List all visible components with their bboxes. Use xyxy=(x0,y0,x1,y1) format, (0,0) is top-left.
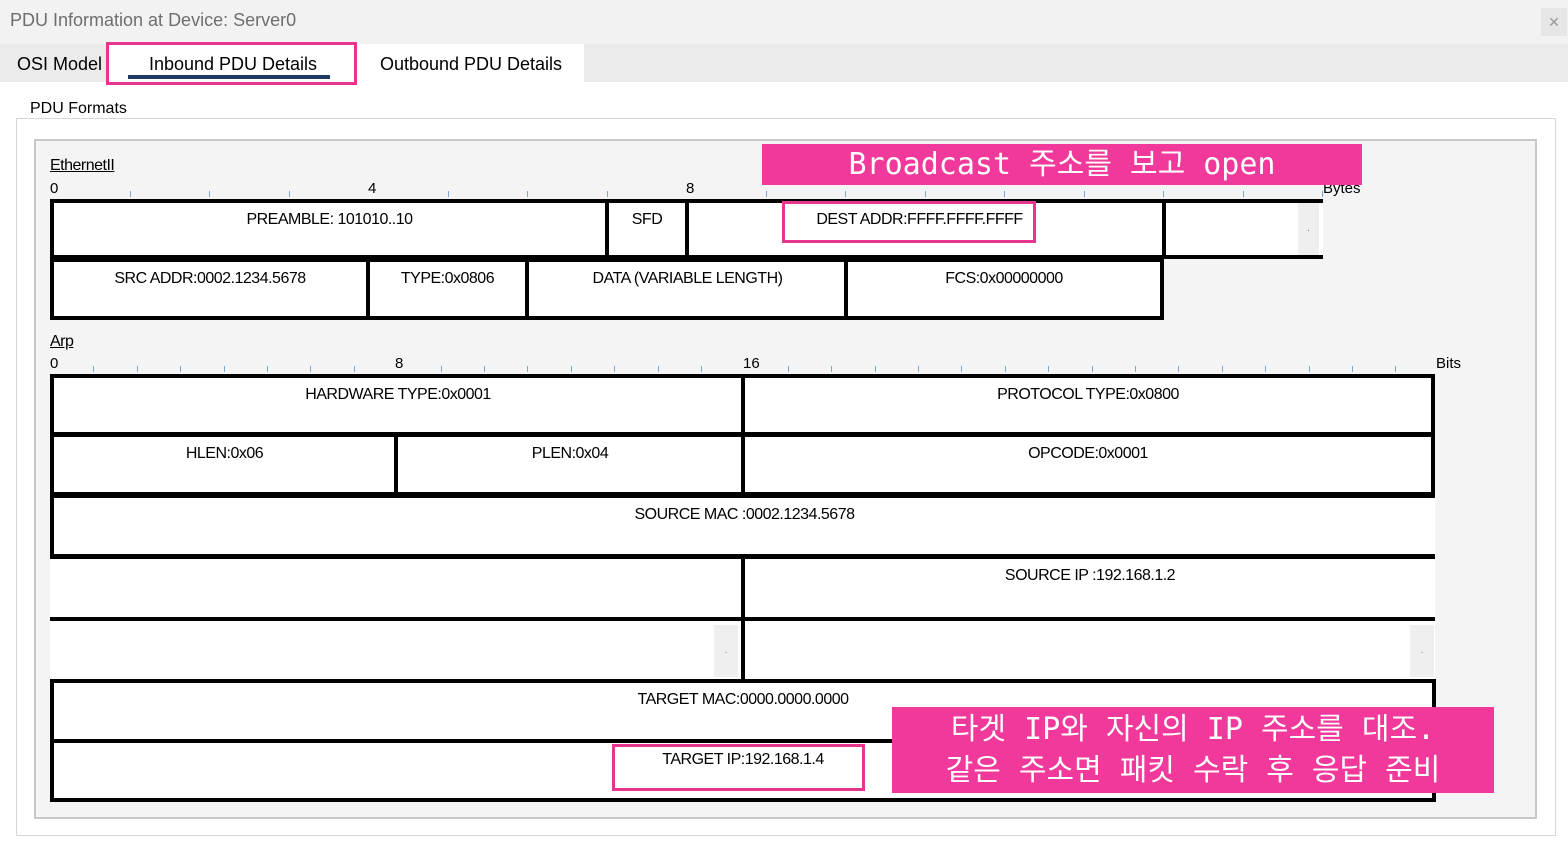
tab-osi-model[interactable]: OSI Model xyxy=(0,44,110,82)
scale-tick xyxy=(223,366,225,372)
arp-protocol-type-field: PROTOCOL TYPE:0x0800 xyxy=(741,374,1435,436)
scale-tick xyxy=(1178,366,1180,372)
eth-scale-label-8: 8 xyxy=(686,180,695,197)
arp-hardware-type-text: HARDWARE TYPE:0x0001 xyxy=(305,386,491,403)
scale-tick xyxy=(924,191,926,197)
scale-tick xyxy=(447,191,449,197)
eth-data-text: DATA (VARIABLE LENGTH) xyxy=(592,270,783,287)
scale-tick xyxy=(1135,366,1136,372)
arp-hlen-text: HLEN:0x06 xyxy=(185,445,264,462)
target-ip-callout-line1: 타겟 IP와 자신의 IP 주소를 대조. xyxy=(950,712,1436,747)
eth-src-field: SRC ADDR:0002.1234.5678 xyxy=(50,258,370,320)
scale-tick xyxy=(1308,366,1310,372)
arp-source-ip-continued xyxy=(50,617,746,684)
arp-continuation-marker-left: . xyxy=(714,625,738,677)
scale-tick xyxy=(918,366,919,372)
window-title: PDU Information at Device: Server0 xyxy=(10,10,297,30)
eth-fcs-field: FCS:0x00000000 xyxy=(844,258,1164,320)
eth-preamble-field: PREAMBLE: 101010..10 xyxy=(50,199,609,259)
arp-protocol-type-text: PROTOCOL TYPE:0x0800 xyxy=(997,386,1179,403)
eth-sfd-text: SFD xyxy=(631,211,663,228)
arp-plen-field: PLEN:0x04 xyxy=(394,433,746,496)
scale-tick xyxy=(961,366,963,372)
arp-source-mac-field: SOURCE MAC :0002.1234.5678 xyxy=(50,494,1435,558)
eth-type-text: TYPE:0x0806 xyxy=(400,270,495,287)
arp-label: Arp xyxy=(50,333,74,350)
scale-tick xyxy=(874,366,876,372)
close-button[interactable]: ✕ xyxy=(1541,8,1567,36)
eth-scale-label-4: 4 xyxy=(368,180,377,197)
scale-tick xyxy=(1048,366,1050,372)
scale-tick xyxy=(657,366,659,372)
eth-preamble-text: PREAMBLE: 101010..10 xyxy=(246,211,413,228)
arp-source-mac-continued xyxy=(50,555,746,622)
scale-tick xyxy=(765,191,767,197)
pdu-formats-label: PDU Formats xyxy=(26,100,131,118)
tab-outbound-pdu-details[interactable]: Outbound PDU Details xyxy=(358,44,584,82)
scale-tick xyxy=(1004,191,1005,197)
arp-scale-label-16: 16 xyxy=(743,355,760,372)
scale-tick xyxy=(1221,366,1223,372)
arp-target-mac-start xyxy=(741,617,1435,684)
scale-tick xyxy=(209,191,210,197)
scale-tick xyxy=(1083,191,1085,197)
scale-tick xyxy=(288,191,290,197)
scale-tick xyxy=(845,191,846,197)
ethernet-label: EthernetII xyxy=(50,157,115,174)
inbound-tab-highlight xyxy=(106,42,357,85)
scale-tick xyxy=(831,366,833,372)
scale-tick xyxy=(180,366,182,372)
scale-tick xyxy=(787,366,789,372)
scale-tick xyxy=(614,366,616,372)
target-ip-highlight xyxy=(612,744,865,791)
scale-tick xyxy=(570,366,572,372)
scale-tick xyxy=(527,366,529,372)
eth-data-field: DATA (VARIABLE LENGTH) xyxy=(525,258,850,320)
scale-tick xyxy=(1352,366,1353,372)
scale-tick xyxy=(1265,366,1267,372)
scale-tick xyxy=(1004,366,1006,372)
arp-hardware-type-field: HARDWARE TYPE:0x0001 xyxy=(50,374,746,436)
eth-scale-label-0: 0 xyxy=(50,180,59,197)
target-ip-callout: 타겟 IP와 자신의 IP 주소를 대조. 같은 주소면 패킷 수락 후 응답 … xyxy=(892,707,1494,793)
scale-tick xyxy=(701,366,702,372)
broadcast-callout: Broadcast 주소를 보고 open xyxy=(762,144,1362,185)
arp-bit-scale: 0 8 16 xyxy=(50,355,1450,375)
eth-sfd-field: SFD xyxy=(605,199,689,259)
scale-tick xyxy=(440,366,442,372)
scale-tick xyxy=(129,191,131,197)
scale-tick xyxy=(606,191,608,197)
scale-tick xyxy=(484,366,485,372)
arp-source-mac-text: SOURCE MAC :0002.1234.5678 xyxy=(634,506,855,523)
scale-tick xyxy=(93,366,95,372)
ethernet-byte-scale: 0 4 8 xyxy=(50,180,1350,200)
arp-hlen-field: HLEN:0x06 xyxy=(50,433,399,496)
dest-addr-highlight xyxy=(782,201,1036,243)
arp-source-ip-field: SOURCE IP :192.168.1.2 xyxy=(741,555,1435,622)
arp-plen-text: PLEN:0x04 xyxy=(531,445,609,462)
scale-tick xyxy=(527,191,528,197)
scale-tick xyxy=(1163,191,1164,197)
arp-scale-label-8: 8 xyxy=(395,355,404,372)
arp-opcode-text: OPCODE:0x0001 xyxy=(1028,445,1148,462)
scale-tick xyxy=(1395,366,1397,372)
arp-opcode-field: OPCODE:0x0001 xyxy=(741,433,1435,496)
scale-tick xyxy=(353,366,355,372)
close-icon: ✕ xyxy=(1548,14,1560,30)
scale-tick xyxy=(1091,366,1093,372)
scale-tick xyxy=(1242,191,1244,197)
target-ip-callout-line2: 같은 주소면 패킷 수락 후 응답 준비 xyxy=(945,753,1441,788)
scale-tick xyxy=(267,366,268,372)
scale-tick xyxy=(310,366,312,372)
eth-continuation-marker: . xyxy=(1298,203,1319,255)
arp-unit-label: Bits xyxy=(1436,355,1462,372)
eth-type-field: TYPE:0x0806 xyxy=(366,258,529,320)
eth-src-text: SRC ADDR:0002.1234.5678 xyxy=(114,270,306,287)
arp-continuation-marker-right: . xyxy=(1410,625,1434,677)
scale-tick xyxy=(136,366,138,372)
arp-source-ip-text: SOURCE IP :192.168.1.2 xyxy=(1004,567,1176,584)
title-bar: PDU Information at Device: Server0 ✕ xyxy=(0,0,1568,44)
eth-fcs-text: FCS:0x00000000 xyxy=(945,270,1063,287)
arp-scale-label-0: 0 xyxy=(50,355,59,372)
